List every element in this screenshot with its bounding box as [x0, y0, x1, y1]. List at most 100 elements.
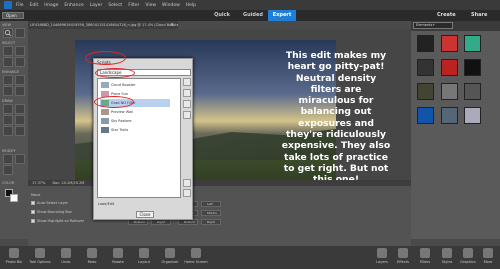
close-button[interactable]: Close [136, 211, 154, 218]
menu-enhance[interactable]: Enhance [64, 3, 83, 8]
auto-select-checkbox[interactable] [31, 201, 35, 205]
highlight-checkbox[interactable] [31, 219, 35, 223]
run-icon[interactable] [183, 78, 191, 86]
filters-button[interactable]: Filters [413, 248, 437, 269]
open-button[interactable]: Open [2, 12, 24, 19]
effect-thumbnail[interactable] [464, 35, 481, 52]
background-color-swatch[interactable] [10, 194, 18, 202]
paint-bucket-tool-icon[interactable] [3, 115, 13, 125]
document-tab[interactable]: LIF41668D_144669616419356_38604115141664… [28, 21, 178, 29]
menu-select[interactable]: Select [108, 3, 122, 8]
share-button[interactable]: Share [471, 10, 499, 21]
effect-thumbnail[interactable] [464, 107, 481, 124]
effect-thumbnail[interactable] [417, 35, 434, 52]
list-item[interactable]: Star Trails [100, 126, 170, 134]
effects-button[interactable]: Effects [391, 248, 415, 269]
undo-button[interactable]: Undo [54, 248, 78, 269]
spot-healing-tool-icon[interactable] [15, 75, 25, 85]
marquee-tool-icon[interactable] [15, 46, 25, 56]
straighten-tool-icon[interactable] [3, 165, 13, 175]
caption-text: This edit makes my heart go pitty-pat! N… [281, 50, 391, 185]
effect-thumbnail[interactable] [441, 35, 458, 52]
panel-select[interactable]: Elements+ [413, 22, 453, 29]
effect-thumbnail[interactable] [417, 59, 434, 76]
gradient-tool-icon[interactable] [15, 115, 25, 125]
effect-thumbnail[interactable] [441, 59, 458, 76]
type-tool-icon[interactable] [15, 126, 25, 136]
load-edit-checkbox[interactable]: Load/Edit [98, 202, 114, 206]
photo-bin-button[interactable]: Photo Bin [2, 248, 26, 269]
folder-icon[interactable] [183, 179, 191, 187]
settings-icon[interactable] [183, 111, 191, 119]
effect-thumbnail[interactable] [464, 83, 481, 100]
align-left-button-2[interactable]: Left [201, 201, 221, 207]
list-item[interactable]: Preview Wall [100, 108, 170, 116]
highlight-label: Show Highlight on Rollover [37, 219, 85, 223]
hand-tool-icon[interactable] [15, 28, 25, 38]
rotate-button[interactable]: Rotate [106, 248, 130, 269]
toolbox-group-enhance: ENHANCE [2, 70, 20, 74]
home-icon [191, 248, 201, 258]
redo-icon [87, 248, 97, 258]
effect-thumbnail[interactable] [441, 107, 458, 124]
zoom-tool-icon[interactable] [3, 28, 13, 38]
redo-button[interactable]: Redo [80, 248, 104, 269]
toolbox-group-modify: MODIFY [2, 149, 16, 153]
toolbox-group-draw: DRAW [2, 99, 13, 103]
menu-file[interactable]: File [16, 3, 24, 8]
highlight-ring-category [95, 68, 135, 78]
menu-help[interactable]: Help [186, 3, 196, 8]
effect-thumbnail[interactable] [417, 83, 434, 100]
info-icon[interactable] [183, 89, 191, 97]
toolbox-group-color: COLOR [2, 181, 15, 185]
bounding-box-checkbox[interactable] [31, 210, 35, 214]
menu-filter[interactable]: Filter [128, 3, 139, 8]
align-right-button-2[interactable]: Right [201, 219, 221, 225]
more-button[interactable]: More [476, 248, 500, 269]
align-middle-button-2[interactable]: Middle [201, 210, 221, 216]
auto-select-label: Auto Select Layer [37, 201, 68, 205]
layout-icon [139, 248, 149, 258]
red-eye-tool-icon[interactable] [3, 75, 13, 85]
organizer-button[interactable]: Organizer [158, 248, 182, 269]
script-thumbnail [101, 127, 109, 133]
effect-thumbnail[interactable] [464, 59, 481, 76]
menu-image[interactable]: Image [44, 3, 58, 8]
scripts-dialog: Scripts Landscape Cloud Booster Place Su… [93, 58, 193, 220]
eraser-tool-icon[interactable] [15, 104, 25, 114]
favorite-icon[interactable] [183, 100, 191, 108]
magic-wand-tool-icon[interactable] [15, 57, 25, 67]
recompose-tool-icon[interactable] [15, 154, 25, 164]
toolbox: VIEW SELECT ENHANCE DRAW MODIFY COLOR [0, 21, 28, 239]
menu-layer[interactable]: Layer [90, 3, 103, 8]
trash-icon[interactable] [183, 189, 191, 197]
layout-button[interactable]: Layout [132, 248, 156, 269]
effect-thumbnail[interactable] [441, 83, 458, 100]
clone-stamp-tool-icon[interactable] [3, 86, 13, 96]
effect-thumbnail[interactable] [417, 107, 434, 124]
organizer-icon [165, 248, 175, 258]
shape-tool-icon[interactable] [3, 126, 13, 136]
script-thumbnail [101, 118, 109, 124]
tool-options-button[interactable]: Tool Options [28, 248, 52, 269]
tab-expert[interactable]: Expert [268, 10, 296, 21]
lasso-tool-icon[interactable] [3, 57, 13, 67]
photo-bin-icon [9, 248, 19, 258]
tab-quick[interactable]: Quick [207, 10, 237, 21]
home-screen-button[interactable]: Home Screen [184, 248, 208, 269]
filters-icon [420, 248, 430, 258]
brush-tool-icon[interactable] [3, 104, 13, 114]
menu-view[interactable]: View [145, 3, 156, 8]
list-item[interactable]: Sky Restore [100, 117, 170, 125]
more-icon [483, 248, 493, 258]
move-tool-icon[interactable] [3, 46, 13, 56]
tab-guided[interactable]: Guided [238, 10, 268, 21]
blur-tool-icon[interactable] [15, 86, 25, 96]
list-item[interactable]: Cloud Booster [100, 81, 170, 89]
crop-tool-icon[interactable] [3, 154, 13, 164]
menu-edit[interactable]: Edit [30, 3, 39, 8]
menu-window[interactable]: Window [162, 3, 180, 8]
toolbox-group-select: SELECT [2, 41, 16, 45]
close-icon[interactable]: × [170, 22, 174, 28]
create-button[interactable]: Create [437, 10, 467, 21]
